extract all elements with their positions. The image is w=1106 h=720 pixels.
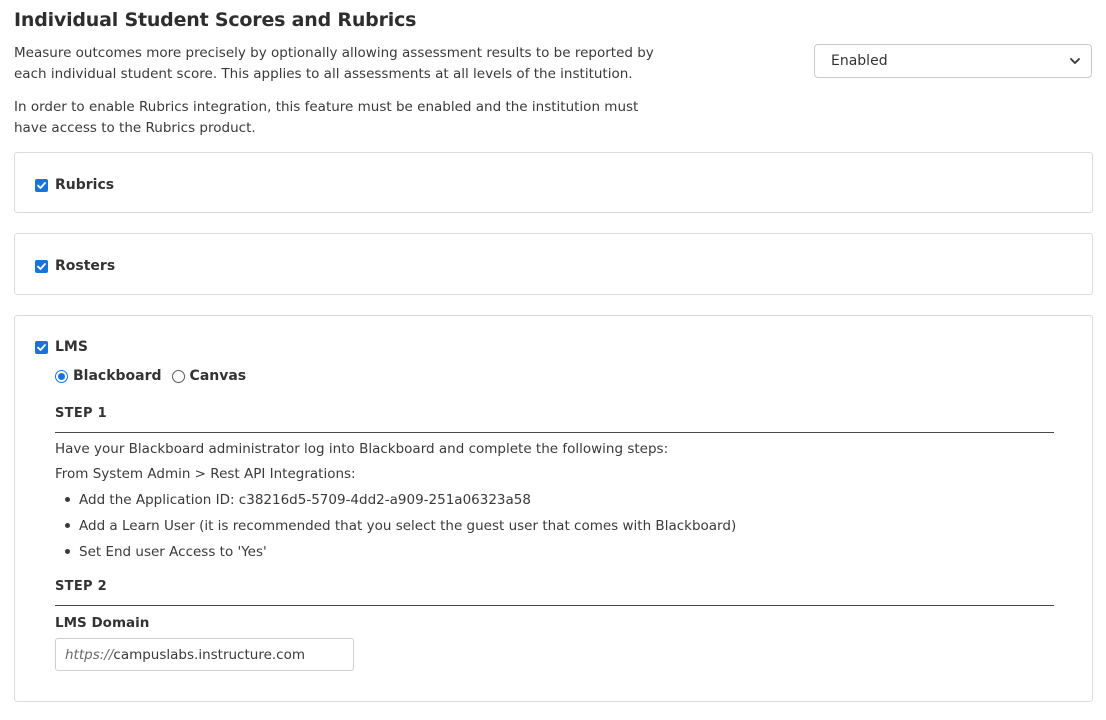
lms-domain-label: LMS Domain (55, 615, 150, 631)
lms-domain-input[interactable]: https:// campuslabs.instructure.com (55, 638, 354, 671)
step1-path: From System Admin > Rest API Integration… (55, 466, 356, 482)
settings-page: Individual Student Scores and Rubrics Me… (0, 0, 1106, 720)
radio-blackboard[interactable] (55, 369, 68, 383)
rubrics-panel: Rubrics (14, 152, 1093, 213)
step2-heading: STEP 2 (55, 579, 1054, 606)
list-item: Add a Learn User (it is recommended that… (55, 516, 736, 542)
rubrics-option[interactable]: Rubrics (35, 177, 114, 193)
radio-canvas[interactable] (171, 369, 185, 383)
radio-canvas-label[interactable]: Canvas (190, 368, 247, 384)
list-item: Set End user Access to 'Yes' (55, 542, 736, 568)
rubrics-checkbox[interactable] (35, 178, 48, 192)
section-title: Individual Student Scores and Rubrics (14, 9, 417, 31)
step1-instructions-list: Add the Application ID: c38216d5-5709-4d… (55, 490, 736, 568)
feature-status-select[interactable]: Enabled (814, 44, 1092, 78)
lms-label: LMS (55, 339, 88, 355)
list-item: Add the Application ID: c38216d5-5709-4d… (55, 490, 736, 516)
feature-status-value: Enabled (831, 53, 888, 69)
step1-intro: Have your Blackboard administrator log i… (55, 441, 669, 457)
checkmark-icon (37, 181, 46, 189)
step1-heading: STEP 1 (55, 406, 1054, 433)
radio-selected-dot (58, 372, 65, 380)
checkmark-icon (37, 343, 46, 351)
section-description: Measure outcomes more precisely by optio… (14, 45, 654, 82)
radio-blackboard-label[interactable]: Blackboard (73, 368, 162, 384)
lms-checkbox[interactable] (35, 340, 48, 354)
rubrics-label: Rubrics (55, 177, 115, 193)
rosters-panel: Rosters (14, 233, 1093, 295)
lms-provider-radio-group: Blackboard Canvas (55, 368, 246, 384)
checkmark-icon (37, 262, 46, 270)
lms-domain-prefix: https:// (65, 646, 114, 663)
rosters-label: Rosters (55, 258, 116, 274)
lms-domain-value: campuslabs.instructure.com (113, 646, 306, 663)
chevron-down-icon (1070, 58, 1080, 64)
rosters-checkbox[interactable] (35, 259, 48, 273)
lms-panel: LMS Blackboard Canvas STEP 1 Have your B… (14, 315, 1093, 702)
rosters-option[interactable]: Rosters (35, 258, 115, 274)
rubrics-requirement-note: In order to enable Rubrics integration, … (14, 99, 639, 136)
lms-option[interactable]: LMS (35, 339, 88, 355)
